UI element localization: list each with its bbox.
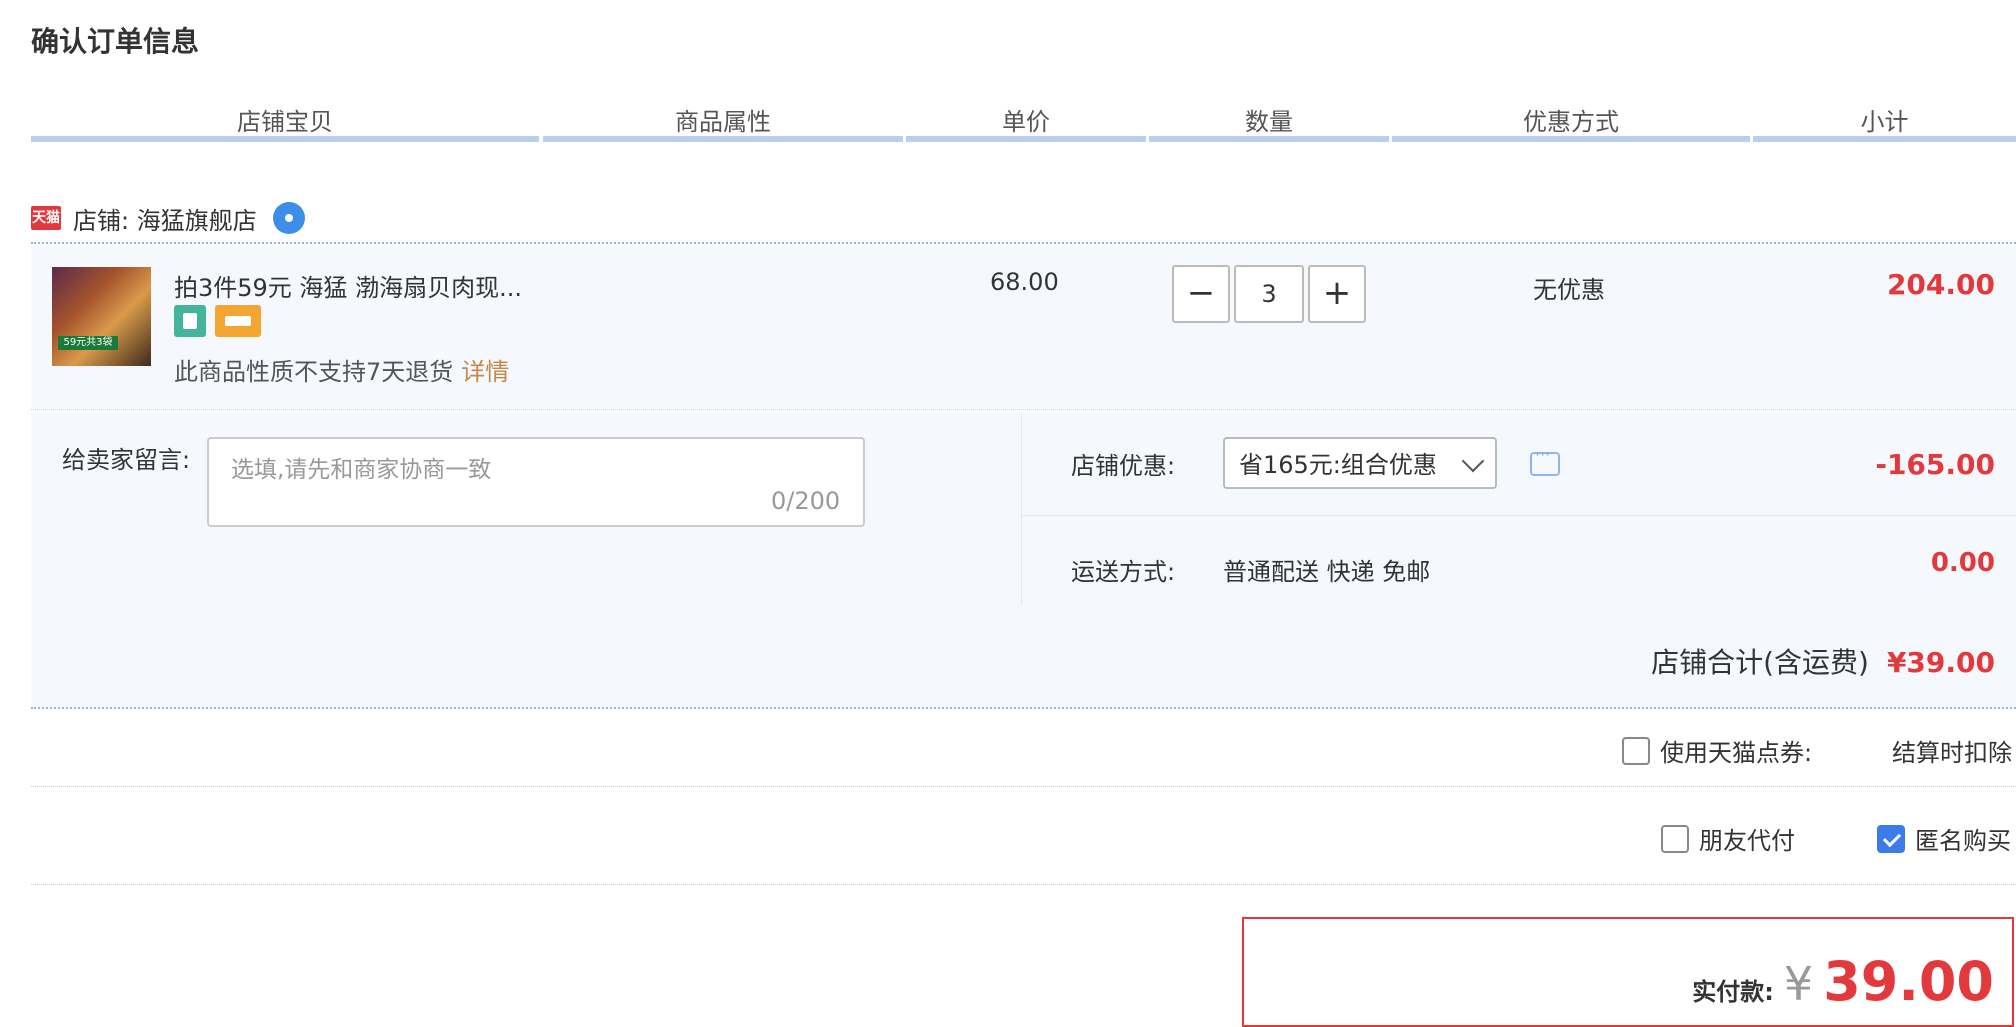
product-thumbnail-caption: 59元共3袋 (58, 336, 118, 350)
currency-symbol: ¥ (1783, 957, 1814, 1011)
card-payment-icon[interactable] (215, 305, 261, 337)
anonymous-purchase-checkbox[interactable] (1877, 824, 1905, 853)
tmall-coupon-option: 使用天猫点券: (1622, 733, 1812, 768)
friend-pay-checkbox[interactable] (1661, 824, 1689, 853)
column-header-attributes: 商品属性 (675, 108, 771, 136)
column-header-shop-item: 店铺宝贝 (237, 108, 333, 136)
friend-pay-option: 朋友代付 (1661, 821, 1795, 856)
column-header-subtotal: 小计 (1860, 108, 1909, 136)
divider (31, 242, 2016, 244)
shop-discount-selected: 省165元:组合优惠 (1239, 451, 1437, 479)
increase-quantity-button[interactable]: + (1308, 265, 1366, 323)
product-thumbnail[interactable] (52, 267, 151, 366)
wangwang-chat-icon[interactable] (272, 202, 305, 234)
shop-name[interactable]: 店铺: 海猛旗舰店 (73, 201, 257, 236)
seller-message-label: 给卖家留言: (62, 446, 191, 474)
column-bar (1753, 136, 2016, 142)
unit-price: 68.00 (990, 268, 1059, 296)
divider (31, 884, 2016, 885)
column-header-quantity: 数量 (1245, 108, 1293, 136)
divider (1021, 413, 1022, 605)
chevron-down-icon (1461, 449, 1485, 473)
quantity-input[interactable]: 3 (1234, 265, 1304, 323)
divider (31, 409, 2016, 410)
chat-bubble-icon[interactable] (1530, 445, 1560, 476)
column-bar (1149, 136, 1389, 142)
tmall-coupon-value: 结算时扣除 (1892, 739, 2012, 767)
return-policy-note: 此商品性质不支持7天退货 详情 (174, 352, 509, 387)
divider (31, 786, 2016, 787)
service-badge-icon[interactable] (174, 305, 206, 337)
column-header-unit-price: 单价 (1002, 108, 1050, 136)
column-bar (543, 136, 903, 142)
shipping-method: 普通配送 快递 免邮 (1223, 558, 1431, 586)
return-policy-detail-link[interactable]: 详情 (461, 358, 509, 386)
product-name-link[interactable]: 拍3件59元 海猛 渤海扇贝肉现... (174, 268, 522, 303)
shipping-label: 运送方式: (1071, 558, 1176, 586)
payment-total: 实付款: ¥ 39.00 (1692, 950, 1994, 1013)
divider (31, 707, 2016, 709)
discount-method: 无优惠 (1533, 276, 1605, 304)
payment-amount: 39.00 (1823, 950, 1994, 1013)
column-bar (1392, 136, 1750, 142)
return-policy-text: 此商品性质不支持7天退货 (174, 358, 454, 386)
page-title: 确认订单信息 (31, 25, 200, 58)
anonymous-purchase-label: 匿名购买 (1915, 827, 2011, 855)
shop-discount-amount: -165.00 (1875, 448, 1995, 481)
shop-total-amount: ¥39.00 (1886, 646, 1995, 679)
shop-discount-select[interactable]: 省165元:组合优惠 (1223, 437, 1497, 489)
tmall-coupon-checkbox[interactable] (1622, 736, 1650, 765)
shipping-cost: 0.00 (1930, 548, 1995, 578)
tmall-coupon-label: 使用天猫点券: (1660, 739, 1813, 767)
decrease-quantity-button[interactable]: − (1172, 265, 1230, 323)
column-header-discount: 优惠方式 (1523, 108, 1619, 136)
column-bar (31, 136, 539, 142)
payment-label: 实付款: (1692, 978, 1774, 1006)
shop-total: 店铺合计(含运费) ¥39.00 (1651, 641, 1995, 681)
seller-message-counter: 0/200 (771, 487, 841, 515)
shop-header: 天猫 店铺: 海猛旗舰店 (31, 198, 305, 238)
shop-discount-label: 店铺优惠: (1071, 452, 1176, 480)
friend-pay-label: 朋友代付 (1699, 827, 1795, 855)
item-subtotal: 204.00 (1886, 268, 1995, 301)
divider (1022, 515, 2016, 516)
column-bar (906, 136, 1146, 142)
order-confirm-page: 确认订单信息 店铺宝贝 商品属性 单价 数量 优惠方式 小计 天猫 店铺: 海猛… (0, 0, 2016, 1027)
quantity-stepper: − 3 + (1172, 265, 1366, 323)
seller-message-placeholder: 选填,请先和商家协商一致 (231, 457, 492, 483)
shop-total-label: 店铺合计(含运费) (1651, 646, 1869, 679)
anonymous-purchase-option: 匿名购买 (1877, 821, 2011, 856)
tmall-icon: 天猫 (31, 206, 61, 230)
